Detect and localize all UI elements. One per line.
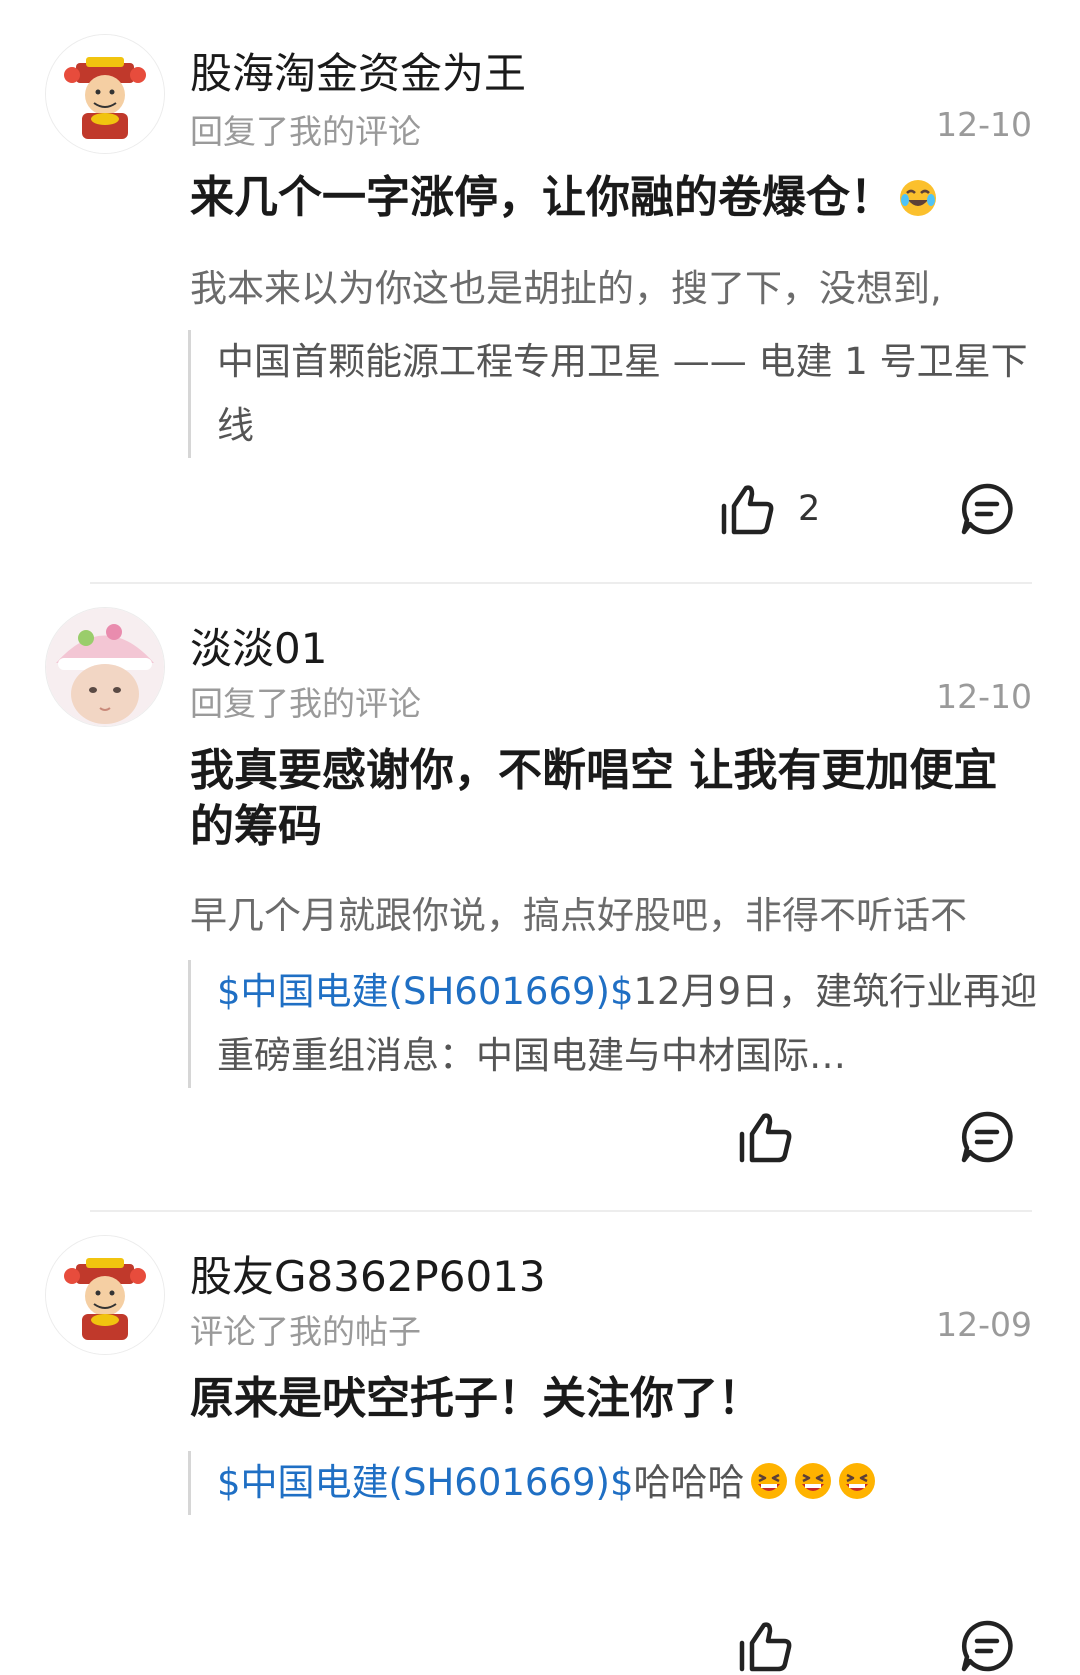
comment-text: 我真要感谢你，不断唱空 让我有更加便宜的筹码	[190, 745, 998, 852]
reply-button[interactable]	[958, 480, 1016, 538]
divider	[90, 582, 1032, 584]
original-comment-snippet[interactable]: 我本来以为你这也是胡扯的，搜了下，没想到,	[190, 258, 1035, 312]
quoted-post-text: 中国首颗能源工程专用卫星 —— 电建 1 号卫星下线	[217, 340, 1028, 447]
grinning-squint-emoji-icon	[837, 1461, 877, 1501]
action-text: 回复了我的评论	[190, 112, 421, 151]
action-text: 回复了我的评论	[190, 684, 421, 723]
stock-ticker-link[interactable]: $中国电建(SH601669)$	[217, 1461, 634, 1504]
date: 12-10	[936, 677, 1032, 716]
avatar[interactable]	[45, 607, 165, 727]
notification-item[interactable]: 淡淡01 回复了我的评论 12-10 我真要感谢你，不断唱空 让我有更加便宜的筹…	[0, 585, 1080, 1213]
baby-avatar-icon	[46, 608, 164, 726]
original-comment-snippet[interactable]: 早几个月就跟你说，搞点好股吧，非得不听话不	[190, 885, 1035, 939]
notification-item[interactable]: 股友G8362P6013 评论了我的帖子 12-09 原来是吠空托子！关注你了！…	[0, 1213, 1080, 1647]
comment-text: 原来是吠空托子！关注你了！	[190, 1373, 762, 1424]
stock-ticker-link[interactable]: $中国电建(SH601669)$	[217, 970, 634, 1013]
divider	[90, 1210, 1032, 1212]
avatar[interactable]	[45, 34, 165, 154]
like-count: 2	[798, 489, 821, 529]
grinning-squint-emoji-icon	[749, 1461, 789, 1501]
comment-body: 来几个一字涨停，让你融的卷爆仓！	[190, 172, 894, 223]
comment-bubble-icon	[958, 1108, 1016, 1166]
like-button[interactable]	[736, 1617, 794, 1675]
like-button[interactable]	[736, 1108, 816, 1166]
grinning-squint-emoji-icon	[793, 1461, 833, 1501]
like-button[interactable]: 2	[718, 480, 820, 538]
quoted-post[interactable]: $中国电建(SH601669)$12月9日，建筑行业再迎重磅重组消息：中国电建与…	[188, 960, 1057, 1088]
username[interactable]: 股友G8362P6013	[190, 1243, 546, 1304]
reply-button[interactable]	[958, 1617, 1016, 1675]
thumbs-up-icon	[718, 480, 776, 538]
crying-laughing-emoji-icon	[898, 178, 938, 218]
avatar[interactable]	[45, 1235, 165, 1355]
caishen-avatar-icon	[46, 1236, 164, 1354]
reply-button[interactable]	[958, 1108, 1016, 1166]
thumbs-up-icon	[736, 1617, 794, 1675]
date: 12-10	[936, 105, 1032, 144]
quoted-post[interactable]: 中国首颗能源工程专用卫星 —— 电建 1 号卫星下线	[188, 330, 1057, 458]
comment-bubble-icon	[958, 1617, 1016, 1675]
notification-item[interactable]: 股海淘金资金为王 回复了我的评论 12-10 来几个一字涨停，让你融的卷爆仓！ …	[0, 0, 1080, 585]
username[interactable]: 淡淡01	[190, 615, 327, 676]
quoted-post[interactable]: $中国电建(SH601669)$哈哈哈	[188, 1451, 1057, 1515]
thumbs-up-icon	[736, 1108, 794, 1166]
caishen-avatar-icon	[46, 35, 164, 153]
date: 12-09	[936, 1305, 1032, 1344]
comment-bubble-icon	[958, 480, 1016, 538]
comment-text: 来几个一字涨停，让你融的卷爆仓！	[190, 170, 1035, 226]
quoted-post-text: 哈哈哈	[633, 1461, 745, 1504]
action-text: 评论了我的帖子	[190, 1312, 421, 1351]
username[interactable]: 股海淘金资金为王	[190, 40, 526, 101]
